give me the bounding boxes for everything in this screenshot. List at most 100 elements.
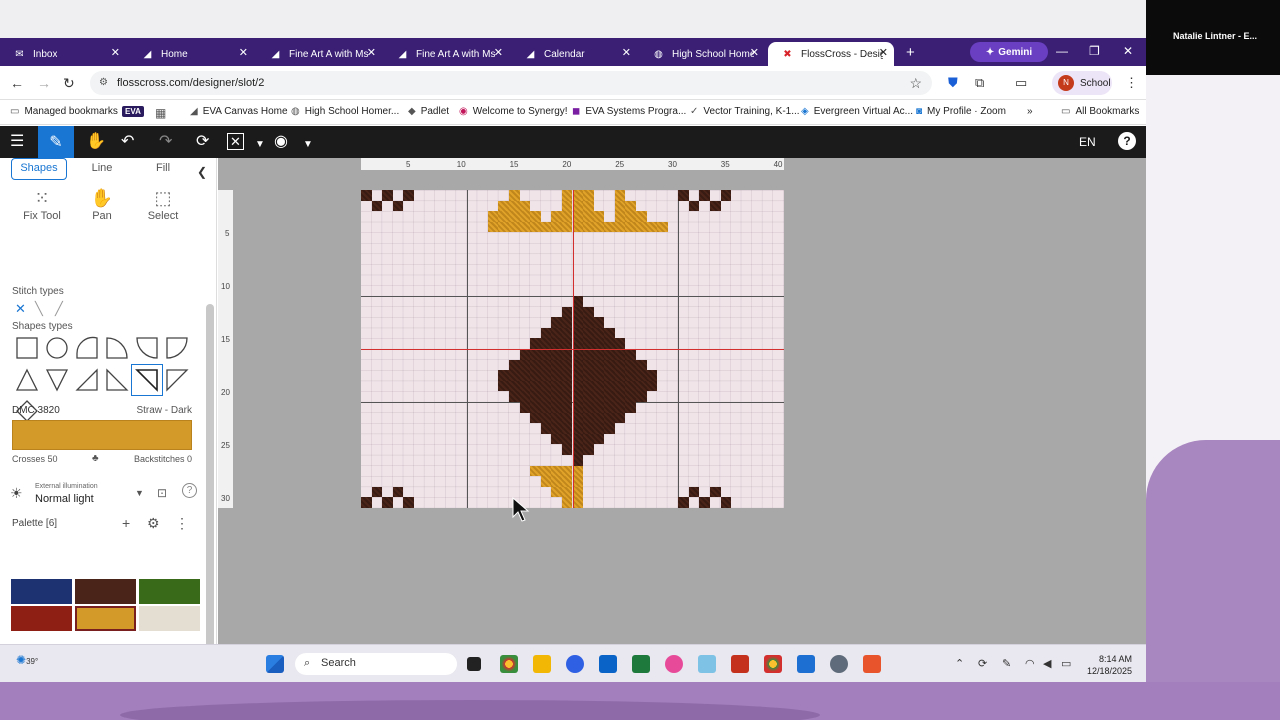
full-cross-stitch-icon[interactable]: ✕ xyxy=(15,301,26,317)
minimize-icon[interactable]: — xyxy=(1056,44,1068,58)
tab-high-school-home[interactable]: ◍ High School Home ✕ xyxy=(639,42,765,66)
forward-slash-stitch-icon[interactable]: ╱ xyxy=(55,301,63,317)
weather-widget[interactable]: ✺39° xyxy=(16,653,38,667)
more-bookmarks[interactable]: » xyxy=(1027,106,1033,117)
left-right-triangle-shape-icon[interactable] xyxy=(105,368,129,392)
apps-grid-icon[interactable]: ▦ xyxy=(155,106,171,120)
app-grid-icon[interactable] xyxy=(863,655,881,673)
volume-icon[interactable]: ◀ xyxy=(1043,657,1051,670)
close-tab-icon[interactable]: ✕ xyxy=(367,48,376,59)
palette-settings-icon[interactable]: ⚙ xyxy=(147,515,160,532)
chevron-up-icon[interactable]: ⌃ xyxy=(955,657,964,670)
top-left-triangle-shape-icon[interactable] xyxy=(165,368,189,392)
bookmark-item[interactable]: ◆ Padlet xyxy=(408,106,449,117)
address-bar[interactable]: ⚙ flosscross.com/designer/slot/2 ☆ xyxy=(90,71,932,95)
taskbar-clock[interactable]: 8:14 AM 12/18/2025 xyxy=(1082,653,1132,677)
cast-icon[interactable]: ▭ xyxy=(1015,75,1027,91)
bookmark-eva[interactable]: EVA xyxy=(122,106,144,117)
tab-home[interactable]: ◢ Home ✕ xyxy=(128,42,254,66)
tab-fine-art-2[interactable]: ◢ Fine Art A with Ms ✕ xyxy=(383,42,509,66)
select-tool-button[interactable]: ⬚ Select xyxy=(133,188,193,222)
hamburger-menu-icon[interactable]: ☰ xyxy=(10,133,24,151)
palette-swatch[interactable] xyxy=(139,606,200,631)
help-icon[interactable]: ? xyxy=(1118,132,1136,150)
stitch-grid[interactable] xyxy=(361,190,784,508)
tab-shapes[interactable]: Shapes xyxy=(11,158,67,180)
triangle-up-shape-icon[interactable] xyxy=(15,368,39,392)
hand-pan-icon[interactable]: ✋ xyxy=(86,133,106,151)
menu-kebab-icon[interactable]: ⋮ xyxy=(1125,75,1138,91)
chevron-down-icon[interactable]: ▼ xyxy=(135,488,144,498)
bookmark-item[interactable]: ◍ High School Homer... xyxy=(291,106,399,117)
illumination-select[interactable]: ☀ External illumination Normal light ▼ ⊡? xyxy=(10,479,205,507)
tab-calendar[interactable]: ◢ Calendar ✕ xyxy=(511,42,637,66)
add-color-icon[interactable]: + xyxy=(122,515,130,531)
bookmark-item[interactable]: ◢ EVA Canvas Home xyxy=(190,106,288,117)
excel-icon[interactable] xyxy=(632,655,650,673)
file-explorer-icon[interactable] xyxy=(533,655,551,673)
refresh-icon[interactable]: ⟳ xyxy=(196,133,209,151)
palette-swatch[interactable] xyxy=(75,606,136,631)
powerpoint-icon[interactable] xyxy=(731,655,749,673)
pencil-tool-button[interactable]: ✎ xyxy=(38,126,74,158)
bookmark-item[interactable]: ◼ EVA Systems Progra... xyxy=(572,106,686,117)
language-selector[interactable]: EN xyxy=(1079,135,1096,149)
bookmark-star-icon[interactable]: ☆ xyxy=(909,75,922,92)
all-bookmarks[interactable]: ▭ All Bookmarks xyxy=(1061,106,1139,117)
preview-icon[interactable]: ⊡ xyxy=(157,486,167,500)
remote-desktop-icon[interactable] xyxy=(797,655,815,673)
design-canvas-area[interactable]: 5 10 15 20 25 30 35 40 5 10 15 20 25 30 xyxy=(218,158,1146,682)
close-tab-icon[interactable]: ✕ xyxy=(879,48,888,59)
fix-tool-button[interactable]: ⁙ Fix Tool xyxy=(12,188,72,222)
zoom-app-icon[interactable] xyxy=(566,655,584,673)
shield-extension-icon[interactable]: ⛊ xyxy=(948,75,958,91)
tab-fill[interactable]: Fill xyxy=(135,162,191,174)
bookmark-item[interactable]: ◈ Evergreen Virtual Ac... xyxy=(801,106,913,117)
pan-tool-button[interactable]: ✋ Pan xyxy=(72,188,132,222)
leaf-shape-icon[interactable] xyxy=(165,336,189,360)
eye-view-icon[interactable]: ◉ xyxy=(274,133,288,151)
palette-menu-icon[interactable]: ⋮ xyxy=(175,515,189,532)
close-tab-icon[interactable]: ✕ xyxy=(622,48,631,59)
battery-icon[interactable]: ▭ xyxy=(1061,657,1071,670)
snipping-tool-icon[interactable] xyxy=(698,655,716,673)
chevron-down-icon[interactable]: ▼ xyxy=(255,136,265,154)
chrome-profile-icon[interactable] xyxy=(764,655,782,673)
close-tab-icon[interactable]: ✕ xyxy=(111,48,120,59)
tab-flosscross[interactable]: ✖ FlossCross - Desig ✕ xyxy=(768,42,894,66)
profile-button[interactable]: N School xyxy=(1052,71,1112,95)
bookmark-item[interactable]: ◙ My Profile · Zoom xyxy=(916,106,1006,117)
sidebar-scrollbar[interactable] xyxy=(206,304,214,674)
palette-swatch[interactable] xyxy=(11,579,72,604)
paint-icon[interactable] xyxy=(665,655,683,673)
task-view-icon[interactable] xyxy=(467,657,481,671)
extensions-icon[interactable]: ⧉ xyxy=(975,75,984,91)
forward-icon[interactable]: → xyxy=(37,75,51,91)
selected-color-swatch[interactable] xyxy=(12,420,192,450)
quarter-arc-shape-icon[interactable] xyxy=(75,336,99,360)
triangle-down-shape-icon[interactable] xyxy=(45,368,69,392)
reload-icon[interactable]: ↻ xyxy=(63,75,75,92)
gemini-button[interactable]: ✦ Gemini xyxy=(970,42,1048,62)
tab-inbox[interactable]: ✉ Inbox ✕ xyxy=(0,42,126,66)
outlook-icon[interactable] xyxy=(599,655,617,673)
undo-icon[interactable]: ↶ xyxy=(121,133,134,151)
bookmark-item[interactable]: ◉ Welcome to Synergy! xyxy=(459,106,568,117)
back-slash-stitch-icon[interactable]: ╲ xyxy=(35,301,43,317)
circle-shape-icon[interactable] xyxy=(45,336,69,360)
chevron-down-icon[interactable]: ▼ xyxy=(303,136,313,154)
palette-swatch[interactable] xyxy=(75,579,136,604)
tab-line[interactable]: Line xyxy=(74,162,130,174)
managed-bookmarks[interactable]: ▭ Managed bookmarks xyxy=(10,106,118,117)
back-icon[interactable]: ← xyxy=(10,75,24,91)
collapse-sidebar-icon[interactable]: ❮ xyxy=(197,165,207,179)
windows-start-icon[interactable] xyxy=(266,655,284,673)
question-icon[interactable]: ? xyxy=(182,483,197,498)
palette-swatch[interactable] xyxy=(139,579,200,604)
palette-swatch[interactable] xyxy=(11,606,72,631)
wifi-icon[interactable]: ◠ xyxy=(1025,657,1035,670)
close-window-icon[interactable]: ✕ xyxy=(1123,44,1133,58)
quarter-cut-shape-icon[interactable] xyxy=(135,336,159,360)
close-tab-icon[interactable]: ✕ xyxy=(750,48,759,59)
pen-icon[interactable]: ✎ xyxy=(1002,657,1011,670)
